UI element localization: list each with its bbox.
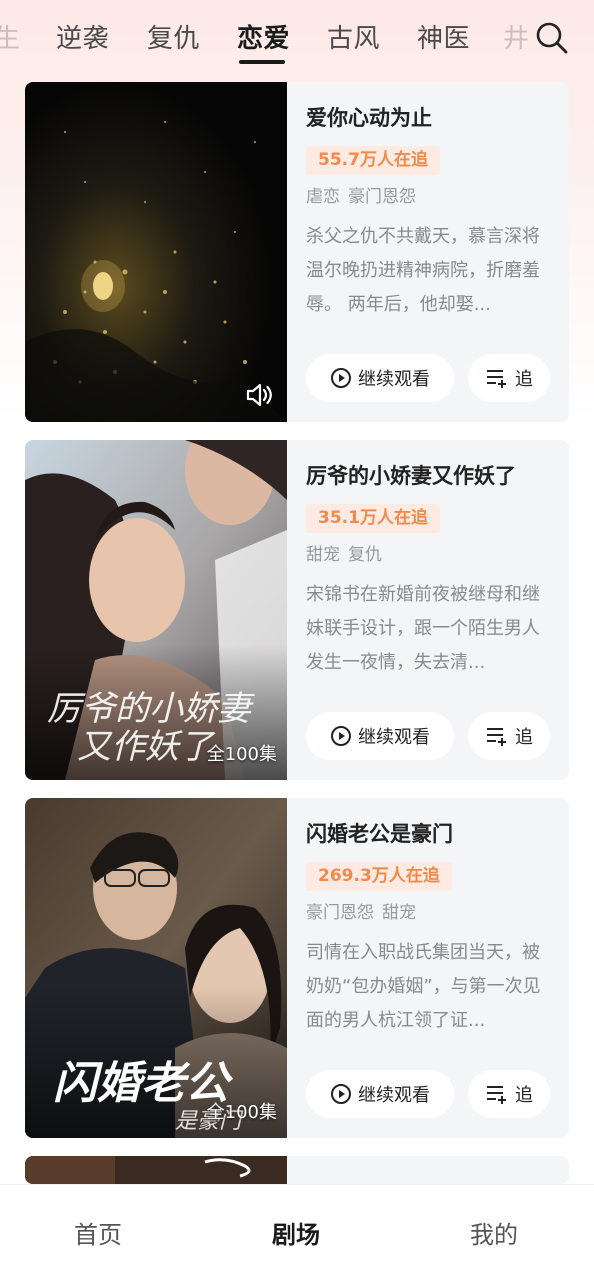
drama-card[interactable]: 爱你心动为止 55.7万人在追 虐恋 豪门恩怨 杀父之仇不共戴天，慕言深将温尔晚扔… [25, 82, 569, 422]
follow-label: 追 [515, 369, 533, 390]
tab-partial-left[interactable]: 生 [0, 18, 21, 55]
genre-tag: 豪门恩怨 [306, 903, 374, 923]
genre-tags: 豪门恩怨 甜宠 [306, 898, 416, 923]
tab-lianai[interactable]: 恋爱 [237, 18, 290, 55]
play-circle-icon [331, 1084, 351, 1104]
drama-description: 司情在入职战氏集团当天，被奶奶“包办婚姻”，与第一次见面的男人杭江领了证... [306, 942, 541, 1031]
drama-title[interactable]: 闪婚老公是豪门 [306, 818, 453, 848]
followers-badge: 55.7万人在追 [306, 146, 440, 175]
svg-text:厉爷的小娇妻: 厉爷的小娇妻 [47, 689, 255, 729]
genre-tags: 甜宠 复仇 [306, 540, 382, 565]
drama-card[interactable]: 厉爷的小娇妻 又作妖了 全100集 厉爷的小娇妻又作妖了 35.1万人在追 甜宠… [25, 440, 569, 780]
tab-fuchou[interactable]: 复仇 [147, 18, 200, 55]
episode-count: 全100集 [206, 1102, 277, 1123]
followers-badge: 35.1万人在追 [306, 504, 440, 533]
episode-count: 全100集 [206, 744, 277, 765]
follow-label: 追 [515, 1085, 533, 1106]
svg-text:又作妖了: 又作妖了 [77, 727, 216, 767]
search-button[interactable] [532, 18, 572, 58]
follow-button[interactable]: 追 [468, 712, 550, 760]
continue-watching-button[interactable]: 继续观看 [306, 354, 454, 402]
add-to-list-icon [487, 728, 506, 746]
drama-card[interactable]: 闪婚老公 是豪门 全100集 闪婚老公是豪门 269.3万人在追 豪门恩怨 甜宠 … [25, 798, 569, 1138]
add-to-list-icon [487, 1086, 506, 1104]
follow-label: 追 [515, 727, 533, 748]
add-to-list-icon [487, 370, 506, 388]
play-circle-icon [331, 368, 351, 388]
drama-poster[interactable]: 闪婚老公 是豪门 全100集 [25, 798, 287, 1138]
mute-icon[interactable] [245, 382, 275, 408]
continue-watching-label: 继续观看 [358, 369, 430, 390]
category-tabs: 生 逆袭 复仇 恋爱 古风 神医 井 [0, 0, 594, 76]
genre-tag: 复仇 [348, 545, 382, 565]
tab-shenyi[interactable]: 神医 [417, 18, 470, 55]
follow-button[interactable]: 追 [468, 354, 550, 402]
genre-tag: 虐恋 [306, 187, 340, 207]
nav-theater[interactable]: 剧场 [272, 1215, 320, 1250]
nav-mine[interactable]: 我的 [470, 1215, 518, 1250]
drama-description: 宋锦书在新婚前夜被继母和继妹联手设计，跟一个陌生男人发生一夜情，失去清... [306, 584, 540, 673]
continue-watching-label: 继续观看 [358, 727, 430, 748]
genre-tag: 甜宠 [382, 903, 416, 923]
active-tab-indicator [239, 60, 285, 64]
nav-home[interactable]: 首页 [74, 1215, 122, 1250]
tab-partial-right[interactable]: 井 [503, 18, 530, 55]
continue-watching-button[interactable]: 继续观看 [306, 712, 454, 760]
tab-gufeng[interactable]: 古风 [327, 18, 380, 55]
continue-watching-button[interactable]: 继续观看 [306, 1070, 454, 1118]
followers-badge: 269.3万人在追 [306, 862, 452, 891]
genre-tag: 甜宠 [306, 545, 340, 565]
search-icon [536, 22, 568, 54]
genre-tag: 豪门恩怨 [348, 187, 416, 207]
drama-title[interactable]: 爱你心动为止 [306, 102, 432, 132]
drama-poster[interactable]: 厉爷的小娇妻 又作妖了 全100集 [25, 440, 287, 780]
drama-poster[interactable] [25, 1156, 287, 1184]
play-circle-icon [331, 726, 351, 746]
follow-button[interactable]: 追 [468, 1070, 550, 1118]
bottom-navigation: 首页 剧场 我的 [0, 1184, 594, 1280]
drama-card-partial[interactable] [25, 1156, 569, 1184]
continue-watching-label: 继续观看 [358, 1085, 430, 1106]
tab-nixi[interactable]: 逆袭 [56, 18, 109, 55]
drama-title[interactable]: 厉爷的小娇妻又作妖了 [306, 460, 516, 490]
drama-description: 杀父之仇不共戴天，慕言深将温尔晚扔进精神病院，折磨羞辱。 两年后，他却娶... [306, 226, 540, 315]
genre-tags: 虐恋 豪门恩怨 [306, 182, 416, 207]
drama-poster[interactable] [25, 82, 287, 422]
